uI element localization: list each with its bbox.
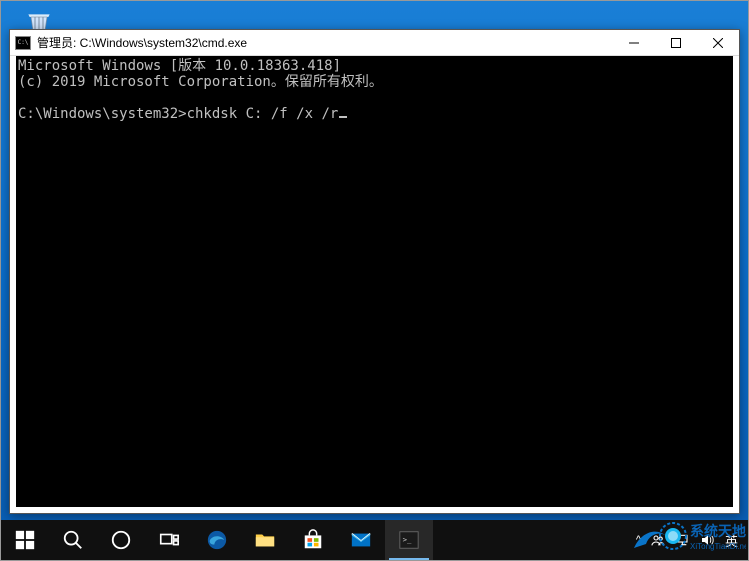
text-cursor xyxy=(339,116,347,118)
console-command: chkdsk C: /f /x /r xyxy=(187,106,339,122)
taskbar-app-file-explorer[interactable] xyxy=(241,520,289,560)
cmd-window: 管理员: C:\Windows\system32\cmd.exe Microso… xyxy=(9,29,740,514)
titlebar[interactable]: 管理员: C:\Windows\system32\cmd.exe xyxy=(10,30,739,56)
search-button[interactable] xyxy=(49,520,97,560)
volume-icon[interactable] xyxy=(700,532,716,548)
console-output[interactable]: Microsoft Windows [版本 10.0.18363.418] (c… xyxy=(16,56,733,507)
people-icon[interactable] xyxy=(650,532,666,548)
console-line: (c) 2019 Microsoft Corporation。保留所有权利。 xyxy=(18,74,383,90)
console-prompt: C:\Windows\system32> xyxy=(18,106,187,122)
recycle-bin-icon[interactable] xyxy=(23,5,55,27)
taskbar-app-cmd[interactable]: >_ xyxy=(385,520,433,560)
cortana-button[interactable] xyxy=(97,520,145,560)
task-view-button[interactable] xyxy=(145,520,193,560)
svg-text:>_: >_ xyxy=(403,535,412,544)
taskbar-app-store[interactable] xyxy=(289,520,337,560)
window-controls xyxy=(613,30,739,55)
window-title: 管理员: C:\Windows\system32\cmd.exe xyxy=(37,34,613,51)
taskbar-app-edge[interactable] xyxy=(193,520,241,560)
close-button[interactable] xyxy=(697,30,739,55)
network-icon[interactable] xyxy=(675,532,691,548)
maximize-button[interactable] xyxy=(655,30,697,55)
taskbar-app-mail[interactable] xyxy=(337,520,385,560)
ime-indicator[interactable]: 英 xyxy=(725,531,738,550)
tray-overflow-button[interactable]: ^ xyxy=(636,534,641,546)
taskbar: >_ ^ 英 xyxy=(1,520,748,560)
minimize-button[interactable] xyxy=(613,30,655,55)
start-button[interactable] xyxy=(1,520,49,560)
system-tray: ^ 英 xyxy=(630,520,748,560)
cmd-icon xyxy=(15,36,31,50)
console-line: Microsoft Windows [版本 10.0.18363.418] xyxy=(18,58,341,74)
